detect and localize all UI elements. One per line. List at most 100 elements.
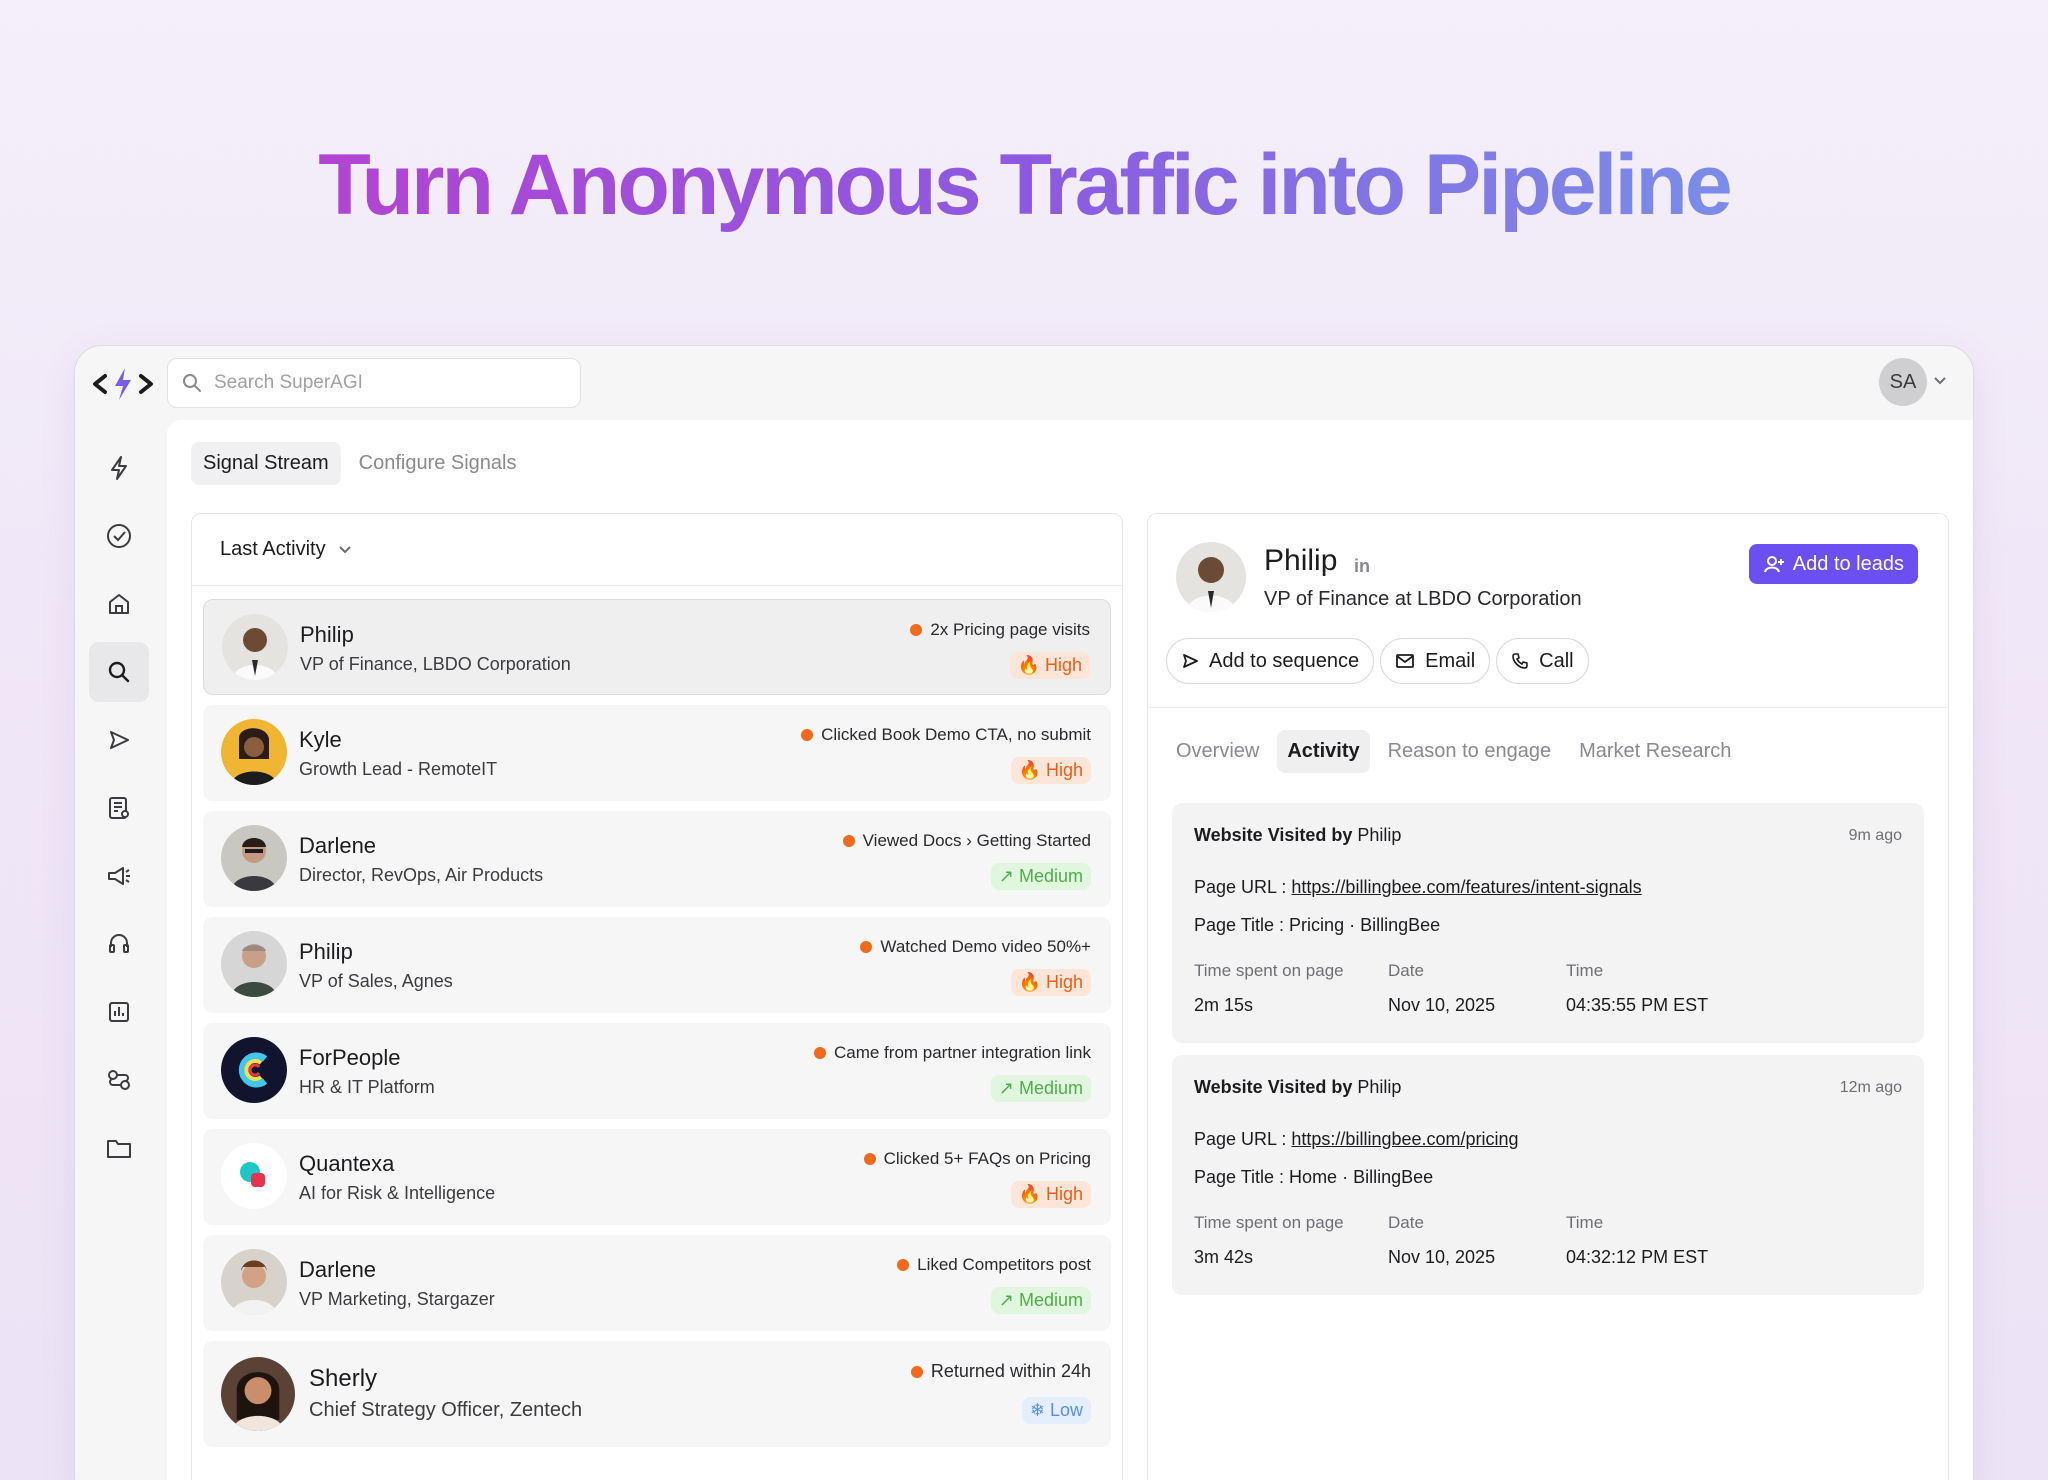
signal-dot-icon: [863, 1153, 876, 1165]
lead-name: Kyle: [299, 727, 342, 752]
signal-text: Came from partner integration link: [813, 1043, 1091, 1063]
avatar: [1176, 542, 1246, 612]
divider: [1148, 707, 1948, 708]
sort-dropdown[interactable]: Last Activity: [192, 514, 1122, 586]
activity-card: Website Visited by Philip 9m ago Page UR…: [1172, 803, 1924, 1043]
superagi-logo[interactable]: [91, 362, 155, 406]
signal-dot-icon: [842, 835, 855, 847]
sidebar-item-campaigns[interactable]: [89, 846, 149, 906]
sidebar-item-tasks[interactable]: [89, 506, 149, 566]
signal-text: Clicked Book Demo CTA, no submit: [801, 725, 1091, 745]
lead-name: Sherly: [309, 1365, 378, 1392]
tab-configure-signals[interactable]: Configure Signals: [347, 442, 529, 485]
page-url-line: Page URL : https://billingbee.com/featur…: [1194, 877, 1642, 897]
sidebar-item-analytics[interactable]: [89, 982, 149, 1042]
phone-icon: [1512, 653, 1528, 669]
send-icon: [1183, 654, 1198, 668]
tab-overview[interactable]: Overview: [1166, 730, 1269, 773]
page-url-link[interactable]: https://billingbee.com/features/intent-s…: [1291, 877, 1641, 897]
intent-badge: ❄ Low: [1021, 1397, 1091, 1424]
date-value: Nov 10, 2025: [1388, 1247, 1496, 1267]
list-item[interactable]: Darlene VP Marketing, Stargazer Liked Co…: [203, 1235, 1111, 1331]
trend-up-icon: ↗: [998, 866, 1014, 886]
sidebar-item-files[interactable]: [89, 1118, 149, 1178]
avatar: [221, 719, 287, 785]
signal-label: Liked Competitors post: [917, 1255, 1091, 1274]
app-window: Search SuperAGI SA Signal Stream Configu…: [74, 345, 1974, 1480]
lead-subtitle: VP of Finance, LBDO Corporation: [300, 654, 571, 674]
chevron-down-icon[interactable]: [1933, 376, 1947, 386]
signal-dot-icon: [813, 1047, 826, 1059]
lead-name: Darlene: [299, 1257, 377, 1282]
list-item[interactable]: Philip VP of Finance, LBDO Corporation 2…: [203, 599, 1111, 695]
megaphone-icon: [108, 867, 130, 885]
date-value: Nov 10, 2025: [1388, 995, 1496, 1015]
list-item[interactable]: ForPeople HR & IT Platform Came from par…: [203, 1023, 1111, 1119]
sidebar-item-signals[interactable]: [89, 438, 149, 498]
sidebar-item-lists[interactable]: [89, 778, 149, 838]
lead-name: ForPeople: [299, 1045, 401, 1070]
main-tabs: Signal Stream Configure Signals: [191, 442, 529, 485]
sidebar-item-integrations[interactable]: [89, 1050, 149, 1110]
linkedin-icon[interactable]: in: [1354, 556, 1370, 577]
email-label: Email: [1425, 649, 1476, 672]
home-icon: [109, 594, 129, 614]
sidebar-item-support[interactable]: [89, 914, 149, 974]
list-item[interactable]: Philip VP of Sales, Agnes Watched Demo v…: [203, 917, 1111, 1013]
activity-time-ago: 9m ago: [1848, 827, 1902, 844]
signal-dot-icon: [910, 1365, 923, 1378]
call-label: Call: [1539, 649, 1574, 672]
page-url-link[interactable]: https://billingbee.com/pricing: [1291, 1129, 1518, 1149]
tab-activity[interactable]: Activity: [1277, 730, 1370, 773]
add-to-leads-label: Add to leads: [1792, 552, 1904, 575]
avatar: [222, 614, 288, 680]
intent-badge: ↗ Medium: [990, 863, 1091, 890]
hero-title: Turn Anonymous Traffic into Pipeline: [318, 137, 1732, 233]
time-spent-value: 3m 42s: [1194, 1247, 1254, 1267]
lead-name: Philip: [300, 622, 354, 647]
fire-icon: 🔥: [1017, 655, 1040, 675]
search-input[interactable]: Search SuperAGI: [167, 358, 581, 408]
company-logo: [221, 1037, 287, 1103]
intent-badge-label: Low: [1049, 1400, 1083, 1420]
topbar: Search SuperAGI SA: [75, 346, 1973, 422]
chevron-down-icon: [338, 545, 351, 553]
add-to-sequence-button[interactable]: Add to sequence: [1166, 638, 1375, 684]
tab-market-research[interactable]: Market Research: [1569, 730, 1741, 773]
tab-reason-to-engage[interactable]: Reason to engage: [1378, 730, 1561, 773]
signal-text: Clicked 5+ FAQs on Pricing: [863, 1149, 1091, 1169]
time-value: 04:32:12 PM EST: [1566, 1247, 1709, 1267]
list-item[interactable]: Sherly Chief Strategy Officer, Zentech R…: [203, 1341, 1111, 1447]
time-value: 04:35:55 PM EST: [1566, 995, 1709, 1015]
intent-badge-label: Medium: [1018, 1078, 1083, 1098]
add-to-leads-button[interactable]: Add to leads: [1748, 544, 1918, 584]
signal-dot-icon: [860, 941, 873, 953]
signal-dot-icon: [897, 1259, 910, 1271]
signal-label: Clicked 5+ FAQs on Pricing: [883, 1149, 1091, 1168]
avatar: [221, 931, 287, 997]
tab-signal-stream[interactable]: Signal Stream: [191, 442, 341, 485]
headset-icon: [109, 934, 129, 953]
activity-time-ago: 12m ago: [1839, 1079, 1902, 1096]
list-item[interactable]: Kyle Growth Lead - RemoteIT Clicked Book…: [203, 705, 1111, 801]
lead-subtitle: VP of Sales, Agnes: [299, 971, 453, 991]
intent-badge-label: High: [1045, 760, 1083, 780]
list-item[interactable]: Quantexa AI for Risk & Intelligence Clic…: [203, 1129, 1111, 1225]
check-circle-icon: [107, 524, 131, 548]
sidebar-item-sequences[interactable]: [89, 710, 149, 770]
call-button[interactable]: Call: [1496, 638, 1589, 684]
email-button[interactable]: Email: [1380, 638, 1491, 684]
time-label: Time: [1566, 1213, 1604, 1232]
sidebar-item-search[interactable]: [89, 642, 149, 702]
intent-badge: 🔥 High: [1010, 1181, 1091, 1208]
list-item[interactable]: Darlene Director, RevOps, Air Products V…: [203, 811, 1111, 907]
user-avatar[interactable]: SA: [1879, 358, 1927, 406]
sidebar-item-home[interactable]: [89, 574, 149, 634]
time-spent-value: 2m 15s: [1194, 995, 1254, 1015]
intent-badge: 🔥 High: [1009, 652, 1090, 679]
sidebar: [75, 422, 167, 1480]
signal-label: Came from partner integration link: [833, 1043, 1091, 1062]
signal-rows: Philip VP of Finance, LBDO Corporation 2…: [203, 599, 1111, 1457]
signal-label: Clicked Book Demo CTA, no submit: [821, 725, 1091, 744]
intent-badge: 🔥 High: [1010, 757, 1091, 784]
